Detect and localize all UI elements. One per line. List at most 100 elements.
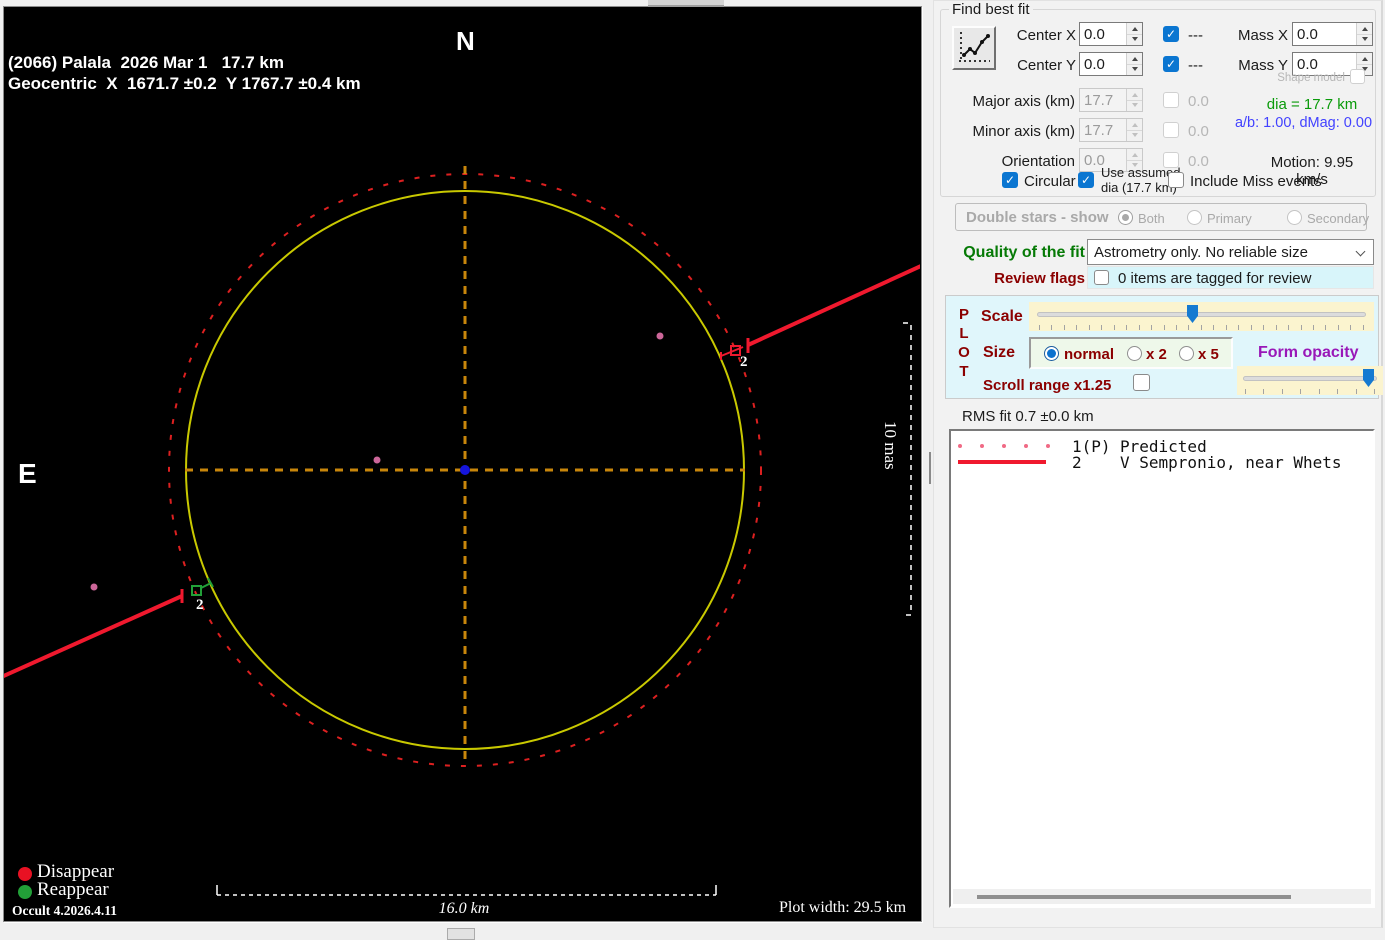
- km-scale-label: 16.0 km: [438, 900, 490, 917]
- review-flags-box: 0 items are tagged for review: [1087, 266, 1374, 289]
- size-radio-group: normal x 2 x 5: [1029, 337, 1233, 369]
- chord-solid-line-icon: [956, 460, 1072, 464]
- occultation-plot[interactable]: (2066) Palala 2026 Mar 1 17.7 km Geocent…: [3, 6, 922, 922]
- predicted-dot: [90, 583, 98, 591]
- predicted-dot: [373, 456, 381, 464]
- orientation-label: Orientation: [1001, 153, 1075, 170]
- north-label: N: [456, 26, 475, 56]
- center-dot: [460, 465, 470, 475]
- size-x5-radio[interactable]: [1179, 346, 1194, 361]
- top-scrollbar-remnant[interactable]: [648, 0, 724, 7]
- rms-fit-label: RMS fit 0.7 ±0.0 km: [962, 408, 1094, 425]
- major-axis-label: Major axis (km): [972, 93, 1075, 110]
- quality-of-fit-dropdown[interactable]: Astrometry only. No reliable size: [1087, 239, 1374, 265]
- minor-axis-checkbox[interactable]: [1163, 122, 1179, 138]
- plot-canvas: [4, 166, 920, 896]
- plot-title-line1: (2066) Palala 2026 Mar 1 17.7 km: [8, 53, 284, 72]
- scale-label: Scale: [981, 308, 1023, 325]
- major-axis-spinner: [1126, 89, 1142, 111]
- double-stars-secondary-radio[interactable]: [1287, 210, 1302, 225]
- chord-2-segment-west[interactable]: [4, 594, 183, 678]
- predicted-dot: [656, 332, 664, 340]
- minor-axis-value: 17.7: [1084, 122, 1114, 139]
- mas-scale-label: 10 mas: [881, 421, 900, 470]
- legend-horizontal-scrollbar[interactable]: [953, 889, 1371, 904]
- splitter-handle[interactable]: [929, 452, 931, 484]
- mass-x-input[interactable]: 0.0: [1292, 22, 1373, 46]
- size-x2-radio[interactable]: [1127, 346, 1142, 361]
- mass-x-spinner[interactable]: [1356, 23, 1372, 45]
- plot-width-label: Plot width: 29.5 km: [779, 899, 907, 916]
- major-axis-value: 17.7: [1084, 92, 1114, 109]
- center-x-dash-label: ---: [1188, 27, 1203, 44]
- major-axis-aux-label: 0.0: [1188, 93, 1209, 110]
- form-opacity-slider-track[interactable]: [1243, 376, 1377, 381]
- quality-of-fit-label: Quality of the fit: [963, 244, 1085, 261]
- legend-row-name: V Sempronio, near Whets: [1120, 452, 1342, 472]
- scale-slider[interactable]: [1029, 302, 1374, 331]
- occult-fit-window: { "colors": { "accent_blue": "#0b76d1", …: [0, 0, 1385, 940]
- bottom-scrollbar-remnant[interactable]: [447, 928, 475, 940]
- review-flags-label: Review flags: [994, 270, 1085, 287]
- double-stars-primary-radio[interactable]: [1187, 210, 1202, 225]
- center-x-label: Center X: [1016, 27, 1076, 44]
- size-label: Size: [983, 344, 1016, 361]
- size-x2-label: x 2: [1146, 346, 1167, 363]
- major-axis-checkbox[interactable]: [1163, 92, 1179, 108]
- reappear-error-bar: [200, 582, 212, 589]
- center-y-label: Center Y: [1017, 57, 1076, 74]
- legend-row-number: 2: [1072, 452, 1082, 472]
- disappear-dot-icon: [18, 867, 32, 881]
- mass-x-label: Mass X: [1237, 27, 1288, 44]
- center-y-input[interactable]: 0.0: [1079, 52, 1143, 76]
- find-best-fit-label: Find best fit: [949, 1, 1033, 18]
- center-x-checkbox[interactable]: ✓: [1163, 26, 1179, 42]
- center-x-input[interactable]: 0.0: [1079, 22, 1143, 46]
- form-opacity-slider[interactable]: [1237, 366, 1383, 395]
- review-flags-checkbox[interactable]: [1094, 270, 1109, 285]
- center-y-checkbox[interactable]: ✓: [1163, 56, 1179, 72]
- legend-row-chord-2[interactable]: 2 V Sempronio, near Whets: [956, 452, 1371, 472]
- size-normal-label: normal: [1064, 346, 1115, 363]
- scale-slider-ticks: [1039, 325, 1364, 330]
- center-y-value[interactable]: 0.0: [1080, 53, 1126, 75]
- review-flags-text: 0 items are tagged for review: [1118, 270, 1312, 287]
- shape-model-checkbox[interactable]: [1350, 69, 1365, 84]
- reappear-dot-icon: [18, 885, 32, 899]
- circular-checkbox[interactable]: ✓: [1002, 172, 1018, 188]
- scroll-range-label: Scroll range x1.25: [983, 377, 1112, 394]
- center-x-spinner[interactable]: [1126, 23, 1142, 45]
- form-opacity-label: Form opacity: [1258, 344, 1359, 361]
- include-miss-label: Include Miss events: [1190, 173, 1322, 190]
- version-label: Occult 4.2026.4.11: [12, 903, 117, 918]
- chord-2-segment-east[interactable]: [747, 264, 920, 347]
- center-y-spinner[interactable]: [1126, 53, 1142, 75]
- minor-axis-label: Minor axis (km): [972, 123, 1075, 140]
- size-normal-radio[interactable]: [1044, 346, 1059, 361]
- double-stars-primary-label: Primary: [1207, 211, 1252, 226]
- use-assumed-dia-checkbox[interactable]: ✓: [1078, 172, 1094, 188]
- scroll-range-checkbox[interactable]: [1133, 374, 1150, 391]
- chord-2-label-disappear: 2: [740, 354, 748, 370]
- quality-of-fit-value: Astrometry only. No reliable size: [1094, 244, 1308, 261]
- minor-axis-input: 17.7: [1079, 118, 1143, 142]
- legend-reappear-label: Reappear: [37, 879, 109, 900]
- size-x5-label: x 5: [1198, 346, 1219, 363]
- east-label: E: [18, 458, 37, 489]
- legend-scrollbar-thumb[interactable]: [977, 895, 1291, 899]
- plot-title-line2: Geocentric X 1671.7 ±0.2 Y 1767.7 ±0.4 k…: [8, 74, 361, 93]
- scale-slider-track[interactable]: [1037, 312, 1366, 317]
- dia-text: dia = 17.7 km: [1266, 96, 1358, 113]
- chord-legend-list[interactable]: 1(P) Predicted 2 V Sempronio, near Whets: [949, 429, 1375, 908]
- include-miss-checkbox[interactable]: [1168, 172, 1184, 188]
- form-opacity-slider-thumb[interactable]: [1363, 369, 1374, 387]
- find-best-fit-group: Find best fit Center X 0.0 ✓ --- Mass X …: [940, 1, 1376, 197]
- minor-axis-aux-label: 0.0: [1188, 123, 1209, 140]
- double-stars-label: Double stars - show: [966, 209, 1109, 226]
- double-stars-both-radio[interactable]: [1118, 210, 1133, 225]
- center-x-value[interactable]: 0.0: [1080, 23, 1126, 45]
- mass-x-value[interactable]: 0.0: [1293, 23, 1356, 45]
- circular-label: Circular: [1024, 173, 1076, 190]
- form-opacity-slider-ticks: [1245, 389, 1375, 394]
- scale-slider-thumb[interactable]: [1187, 305, 1198, 323]
